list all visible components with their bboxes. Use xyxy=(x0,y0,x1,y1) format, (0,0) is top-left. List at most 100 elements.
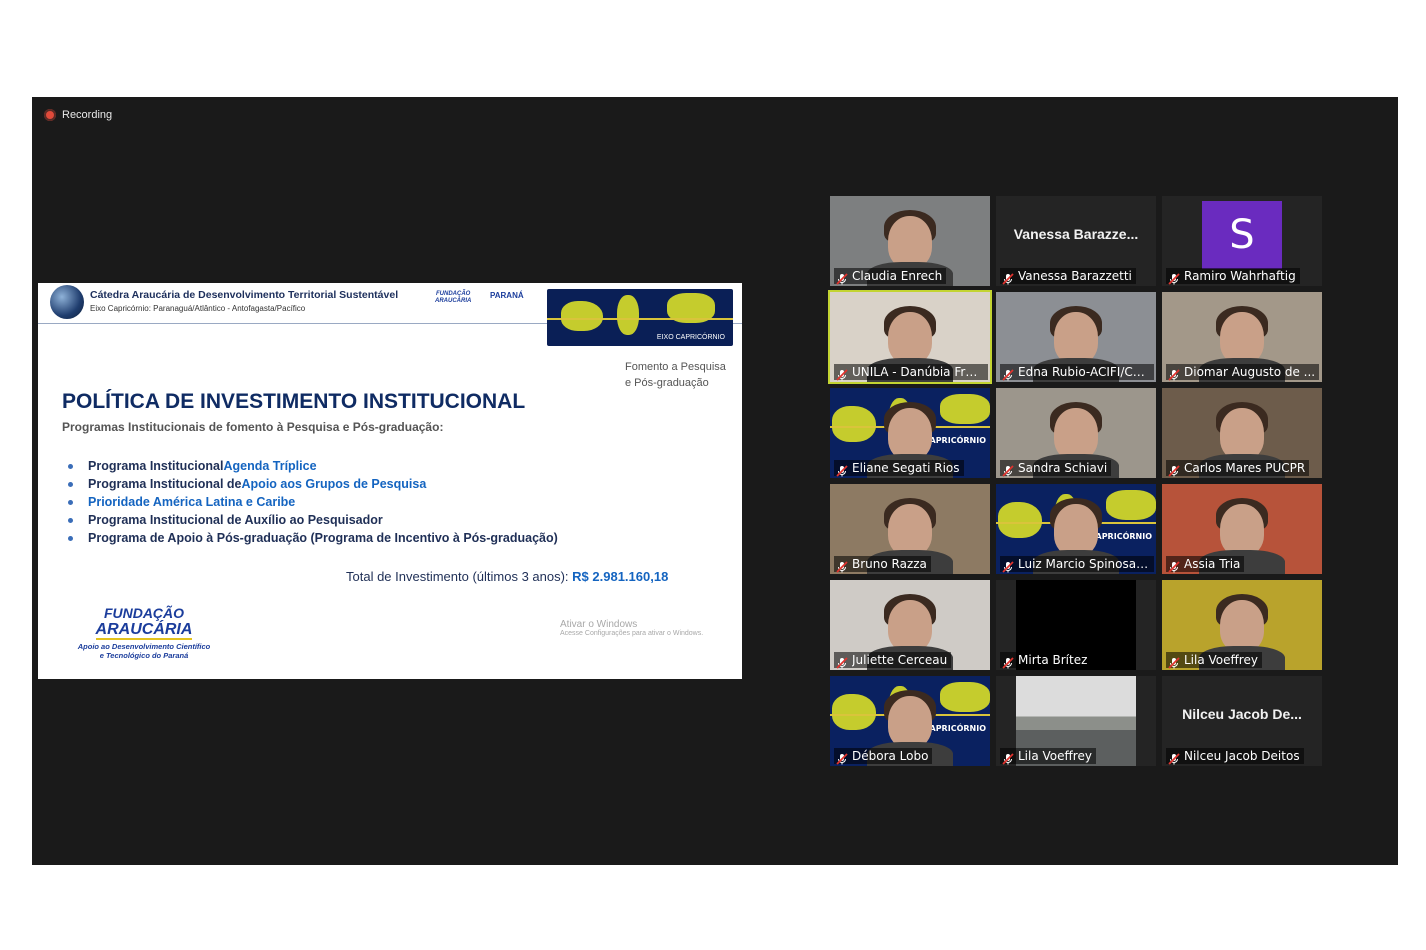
participant-name-label: Assia Tria xyxy=(1166,556,1245,573)
mic-muted-icon xyxy=(836,462,848,477)
participant-tile[interactable]: EIXO CAPRICÓRNIO Eliane Segati Rios xyxy=(830,388,990,478)
mic-muted-icon xyxy=(1168,366,1180,381)
participant-name-label: Mirta Brítez xyxy=(1000,652,1092,669)
slide-title: POLÍTICA DE INVESTIMENTO INSTITUCIONAL xyxy=(62,390,526,413)
catedra-subtitle: Eixo Capricórnio: Paranaguá/Atlântico - … xyxy=(90,304,306,313)
participant-tile[interactable]: Sandra Schiavi xyxy=(996,388,1156,478)
participant-name-label: Ramiro Wahrhaftig xyxy=(1166,268,1300,285)
mic-muted-icon xyxy=(1168,558,1180,573)
mic-muted-icon xyxy=(1002,462,1014,477)
participant-name: Vanessa Barazzetti xyxy=(1018,269,1132,283)
participant-name: Edna Rubio-ACIFI/CO... xyxy=(1018,365,1150,379)
mic-muted-icon xyxy=(836,270,848,285)
participant-name-label: UNILA - Danúbia Frasso... xyxy=(834,364,988,381)
participant-name: Juliette Cerceau xyxy=(852,653,948,667)
program-item: Prioridade América Latina e Caribe xyxy=(68,493,558,511)
mic-muted-icon xyxy=(1002,654,1014,669)
mic-muted-icon xyxy=(1168,750,1180,765)
participant-name-label: Lila Voeffrey xyxy=(1000,748,1096,765)
bullet-icon xyxy=(68,517,73,523)
fundacao-araucaria-small-logo: FUNDAÇÃO ARAUCÁRIA xyxy=(435,291,472,304)
bullet-icon xyxy=(68,463,73,469)
shared-screen-slide: Cátedra Araucária de Desenvolvimento Ter… xyxy=(38,283,742,679)
globe-logo-icon xyxy=(50,285,84,319)
participant-tile[interactable]: Bruno Razza xyxy=(830,484,990,574)
participant-name-label: Diomar Augusto de ... xyxy=(1166,364,1320,381)
participant-name: Nilceu Jacob Deitos xyxy=(1184,749,1300,763)
recording-indicator[interactable]: Recording xyxy=(44,109,112,121)
participant-name-label: Lila Voeffrey xyxy=(1166,652,1262,669)
participant-name: Lila Voeffrey xyxy=(1018,749,1092,763)
mic-muted-icon xyxy=(1002,366,1014,381)
mic-muted-icon xyxy=(1168,462,1180,477)
participant-name: Débora Lobo xyxy=(852,749,929,763)
participant-name-label: Vanessa Barazzetti xyxy=(1000,268,1136,285)
meeting-window: Recording Cátedra Araucária de Desenvolv… xyxy=(32,97,1398,865)
program-list: Programa Institucional Agenda Tríplice P… xyxy=(68,457,558,547)
mic-muted-icon xyxy=(836,750,848,765)
participant-name-label: Juliette Cerceau xyxy=(834,652,952,669)
program-item: Programa Institucional de Auxílio ao Pes… xyxy=(68,511,558,529)
participant-tile[interactable]: S Ramiro Wahrhaftig xyxy=(1162,196,1322,286)
participant-name: Claudia Enrech xyxy=(852,269,943,283)
participant-name: Diomar Augusto de ... xyxy=(1184,365,1316,379)
banner-label: EIXO CAPRICÓRNIO xyxy=(656,334,725,341)
slide-subtitle: Programas Institucionais de fomento à Pe… xyxy=(62,420,444,434)
participant-tile[interactable]: Nilceu Jacob De... Nilceu Jacob Deitos xyxy=(1162,676,1322,766)
participant-name: Mirta Brítez xyxy=(1018,653,1088,667)
parana-logo: PARANÁ xyxy=(490,291,524,300)
recording-icon xyxy=(44,109,56,121)
total-investment: Total de Investimento (últimos 3 anos): … xyxy=(346,569,669,584)
participant-tile[interactable]: Lila Voeffrey xyxy=(1162,580,1322,670)
participant-tile[interactable]: Vanessa Barazze... Vanessa Barazzetti xyxy=(996,196,1156,286)
mic-muted-icon xyxy=(1002,558,1014,573)
mic-muted-icon xyxy=(1168,654,1180,669)
bullet-icon xyxy=(68,481,73,487)
participant-name-label: Luiz Marcio Spinosa ... xyxy=(1000,556,1154,573)
participant-name: Carlos Mares PUCPR xyxy=(1184,461,1306,475)
participant-name-label: Eliane Segati Rios xyxy=(834,460,964,477)
mic-muted-icon xyxy=(836,558,848,573)
total-amount: R$ 2.981.160,18 xyxy=(572,569,669,584)
participant-tile[interactable]: Assia Tria xyxy=(1162,484,1322,574)
participant-name: Bruno Razza xyxy=(852,557,927,571)
participant-name: Lila Voeffrey xyxy=(1184,653,1258,667)
program-item: Programa Institucional Agenda Tríplice xyxy=(68,457,558,475)
participant-name: Luiz Marcio Spinosa ... xyxy=(1018,557,1150,571)
participant-tile[interactable]: UNILA - Danúbia Frasso... xyxy=(828,290,992,384)
participant-name-label: Carlos Mares PUCPR xyxy=(1166,460,1310,477)
participant-tile[interactable]: Carlos Mares PUCPR xyxy=(1162,388,1322,478)
program-item: Programa de Apoio à Pós-graduação (Progr… xyxy=(68,529,558,547)
participant-tile[interactable]: Mirta Brítez xyxy=(996,580,1156,670)
participant-name-label: Débora Lobo xyxy=(834,748,933,765)
participant-name: Ramiro Wahrhaftig xyxy=(1184,269,1296,283)
mic-muted-icon xyxy=(836,654,848,669)
participant-name-label: Claudia Enrech xyxy=(834,268,947,285)
participant-name: UNILA - Danúbia Frasso... xyxy=(852,365,984,379)
fundacao-araucaria-logo: FUNDAÇÃO ARAUCÁRIA Apoio ao Desenvolvime… xyxy=(77,605,211,660)
mic-muted-icon xyxy=(1002,750,1014,765)
participant-name-label: Edna Rubio-ACIFI/CO... xyxy=(1000,364,1154,381)
participant-name: Assia Tria xyxy=(1184,557,1241,571)
mic-muted-icon xyxy=(1168,270,1180,285)
participant-tile[interactable]: Juliette Cerceau xyxy=(830,580,990,670)
participant-name-label: Nilceu Jacob Deitos xyxy=(1166,748,1304,765)
bullet-icon xyxy=(68,535,73,541)
recording-label: Recording xyxy=(62,109,113,121)
participant-tile[interactable]: EIXO CAPRICÓRNIO Débora Lobo xyxy=(830,676,990,766)
participant-tile[interactable]: EIXO CAPRICÓRNIO Luiz Marcio Spinosa ... xyxy=(996,484,1156,574)
participant-name: Eliane Segati Rios xyxy=(852,461,960,475)
program-item: Programa Institucional de Apoio aos Grup… xyxy=(68,475,558,493)
participant-tile[interactable]: Lila Voeffrey xyxy=(996,676,1156,766)
participant-name-label: Sandra Schiavi xyxy=(1000,460,1112,477)
bullet-icon xyxy=(68,499,73,505)
mic-muted-icon xyxy=(836,366,848,381)
catedra-title: Cátedra Araucária de Desenvolvimento Ter… xyxy=(90,289,399,301)
participant-tile[interactable]: Diomar Augusto de ... xyxy=(1162,292,1322,382)
eixo-capricornio-banner: EIXO CAPRICÓRNIO xyxy=(547,289,733,346)
participant-tile[interactable]: Edna Rubio-ACIFI/CO... xyxy=(996,292,1156,382)
participant-tile[interactable]: Claudia Enrech xyxy=(830,196,990,286)
mic-muted-icon xyxy=(1002,270,1014,285)
participant-name: Sandra Schiavi xyxy=(1018,461,1108,475)
windows-activation-watermark: Ativar o Windows Acesse Configurações pa… xyxy=(560,619,704,637)
